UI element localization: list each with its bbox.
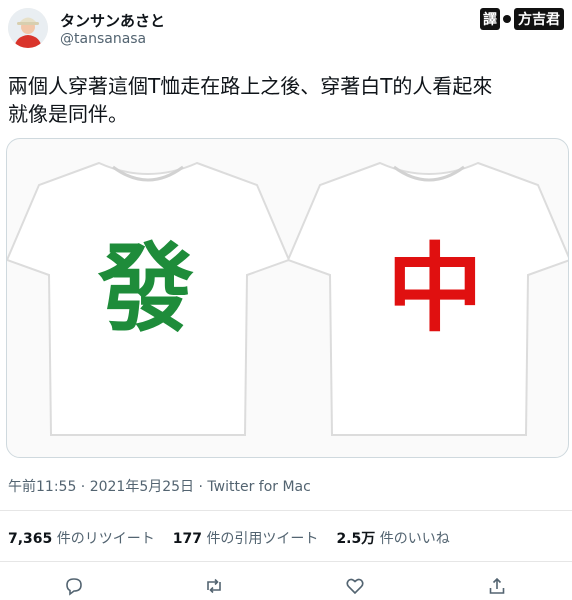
quotes-label: 件の引用ツイート xyxy=(206,531,319,547)
likes-label: 件のいいね xyxy=(379,531,450,547)
hatsu-character: 發 xyxy=(98,232,194,345)
tweet-text-line1: 兩個人穿著這個T恤走在路上之後、穿著白T的人看起來 xyxy=(8,74,493,98)
tweet-text: 兩個人穿著這個T恤走在路上之後、穿著白T的人看起來 就像是同伴。 xyxy=(8,72,564,128)
tweet-timestamp[interactable]: 午前11:55 · 2021年5月25日 · Twitter for Mac xyxy=(8,476,311,496)
quotes-stat[interactable]: 177 件の引用ツイート xyxy=(173,528,319,548)
retweets-count: 7,365 xyxy=(8,531,53,547)
watermark: 譯 方吉君 xyxy=(480,8,564,30)
like-icon[interactable] xyxy=(345,576,365,596)
quotes-count: 177 xyxy=(172,531,202,547)
retweets-label: 件のリツイート xyxy=(56,531,155,547)
tshirt-image-left[interactable]: 發 xyxy=(7,155,291,445)
share-icon[interactable] xyxy=(487,576,507,596)
action-bar xyxy=(0,572,572,599)
tshirt-image-right[interactable]: 中 xyxy=(286,155,568,445)
watermark-dot xyxy=(503,15,511,23)
tweet-media[interactable]: 發 中 xyxy=(6,138,569,458)
divider xyxy=(0,561,572,562)
user-display-name[interactable]: タンサンあさと xyxy=(60,10,165,31)
likes-count: 2.5万 xyxy=(336,531,376,547)
likes-stat[interactable]: 2.5万 件のいいね xyxy=(336,528,449,548)
chun-character: 中 xyxy=(387,232,483,345)
retweet-icon[interactable] xyxy=(204,576,224,596)
retweets-stat[interactable]: 7,365 件のリツイート xyxy=(8,528,155,548)
user-handle[interactable]: @tansanasa xyxy=(60,31,146,47)
watermark-label: 譯 xyxy=(480,8,500,30)
reply-icon[interactable] xyxy=(64,576,84,596)
avatar[interactable] xyxy=(8,8,48,48)
watermark-names: 方吉君 xyxy=(514,8,564,30)
engagement-stats: 7,365 件のリツイート 177 件の引用ツイート 2.5万 件のいいね xyxy=(8,528,450,548)
tweet-text-line2: 就像是同伴。 xyxy=(8,102,128,126)
divider xyxy=(0,510,572,511)
